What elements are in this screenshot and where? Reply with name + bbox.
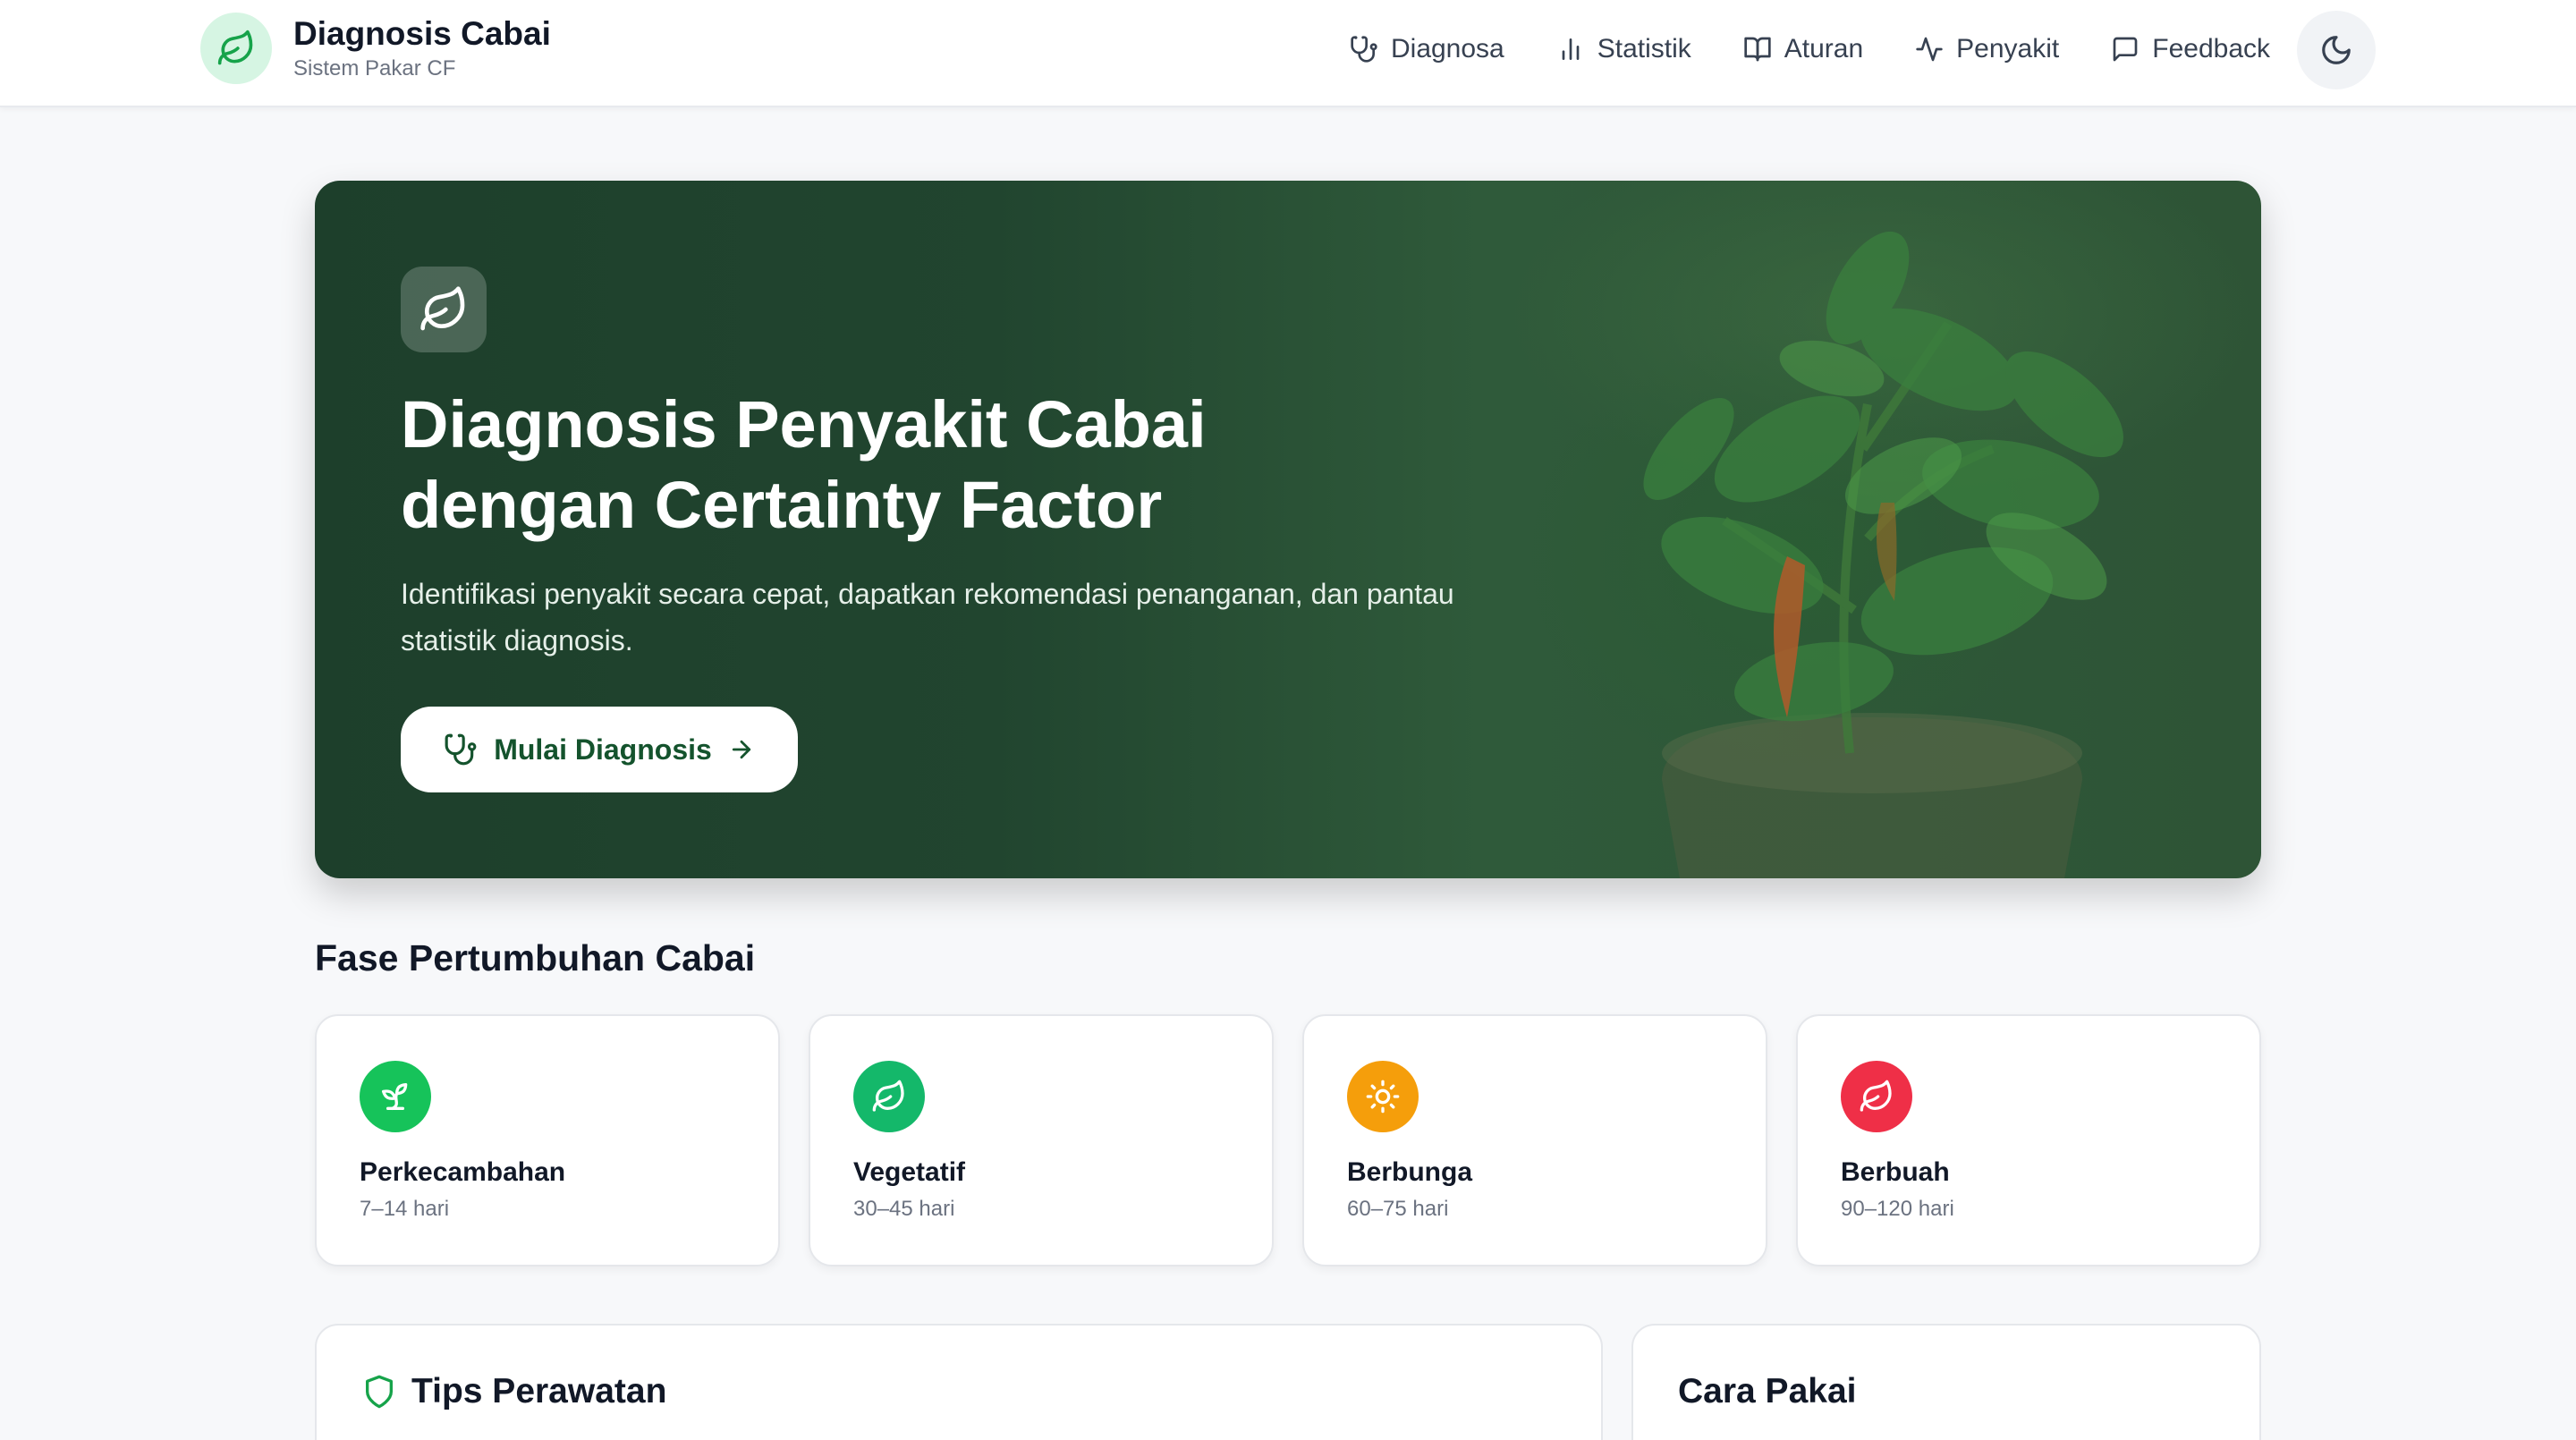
hero-title-line2: dengan Certainty Factor [401,468,1163,542]
phase-duration: 60–75 hari [1347,1197,1449,1221]
leaf-icon [853,1061,925,1132]
chili-plant-illustration [1643,231,2123,878]
phase-card-vegetatif[interactable]: Vegetatif 30–45 hari [809,1014,1274,1266]
hero-title-line1: Diagnosis Penyakit Cabai [401,387,1207,462]
nav-aturan[interactable]: Aturan [1743,34,1863,64]
hero-description: Identifikasi penyakit secara cepat, dapa… [401,578,1454,656]
leaf-icon [401,267,487,352]
brand[interactable]: Diagnosis Cabai Sistem Pakar CF [200,13,551,84]
nav-label: Penyakit [1956,34,2060,64]
phase-duration: 7–14 hari [360,1197,450,1221]
shield-icon [366,1375,393,1409]
nav-label: Aturan [1784,34,1864,64]
phase-name: Vegetatif [853,1157,966,1187]
stethoscope-icon [1351,36,1377,63]
phase-card-berbuah[interactable]: Berbuah 90–120 hari [1796,1014,2261,1266]
tips-title-text: Tips Perawatan [411,1372,667,1410]
hero-title: Diagnosis Penyakit Cabai dengan Certaint… [401,385,1385,546]
phase-duration: 90–120 hari [1841,1197,1954,1221]
hero-banner: Diagnosis Penyakit Cabai dengan Certaint… [315,181,2261,878]
phase-duration: 30–45 hari [853,1197,955,1221]
leaf-icon [1841,1061,1912,1132]
phase-card-berbunga[interactable]: Berbunga 60–75 hari [1302,1014,1767,1266]
arrow-right-icon [732,740,750,759]
nav-statistik[interactable]: Statistik [1556,34,1691,64]
phase-name: Perkecambahan [360,1157,566,1187]
moon-icon [2322,36,2351,64]
phase-name: Berbunga [1347,1157,1473,1187]
book-icon [1744,37,1771,62]
brand-subtitle: Sistem Pakar CF [293,56,456,80]
leaf-icon [200,13,272,84]
bar-chart-icon [1562,38,1580,60]
nav-penyakit[interactable]: Penyakit [1915,34,2059,64]
usage-panel: Cara Pakai [1631,1324,2261,1440]
brand-title: Diagnosis Cabai [293,15,551,52]
section-title-phases: Fase Pertumbuhan Cabai [315,937,756,978]
sun-icon [1347,1061,1419,1132]
usage-title: Cara Pakai [1678,1372,1857,1410]
phase-name: Berbuah [1841,1157,1950,1187]
nav-diagnosa[interactable]: Diagnosa [1350,34,1504,64]
start-diagnosis-button[interactable]: Mulai Diagnosis [401,707,798,792]
nav-feedback[interactable]: Feedback [2111,34,2270,64]
start-diagnosis-label: Mulai Diagnosis [494,733,712,766]
nav-label: Statistik [1597,34,1691,64]
tips-panel: Tips Perawatan [315,1324,1603,1440]
stethoscope-icon [445,733,477,766]
main-nav: Diagnosa Statistik Aturan Penyakit Feedb… [1298,27,2270,72]
top-navbar: Diagnosis Cabai Sistem Pakar CF Diagnosa… [0,0,2576,107]
phase-card-perkecambahan[interactable]: Perkecambahan 7–14 hari [315,1014,780,1266]
activity-icon [1916,37,1943,62]
nav-label: Diagnosa [1390,34,1504,64]
sprout-icon [360,1061,431,1132]
tips-title: Tips Perawatan [361,1372,666,1411]
message-icon [2113,37,2138,62]
theme-toggle-button[interactable] [2297,11,2376,89]
nav-label: Feedback [2152,34,2270,64]
